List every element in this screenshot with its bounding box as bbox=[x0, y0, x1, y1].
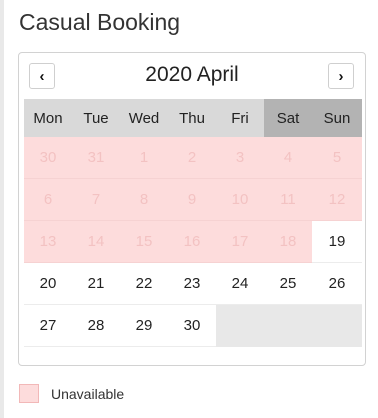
calendar-nav: ‹ 2020 April › bbox=[19, 53, 365, 98]
day-cell[interactable]: 20 bbox=[24, 263, 72, 305]
day-cell: 17 bbox=[216, 221, 264, 263]
day-cell[interactable]: 29 bbox=[120, 305, 168, 347]
legend: Unavailable bbox=[19, 384, 124, 403]
day-cell: 16 bbox=[168, 221, 216, 263]
day-cell[interactable]: 19 bbox=[312, 221, 362, 263]
day-cell: 13 bbox=[24, 221, 72, 263]
weekday-header: Mon bbox=[24, 99, 72, 137]
chevron-right-icon: › bbox=[338, 67, 344, 85]
empty-day-cell bbox=[264, 305, 312, 347]
calendar-card: ‹ 2020 April › Mon Tue Wed Thu Fri Sat Sun 30 31… bbox=[18, 52, 366, 366]
day-cell[interactable]: 30 bbox=[168, 305, 216, 347]
day-cell: 5 bbox=[312, 137, 362, 179]
day-cell[interactable]: 23 bbox=[168, 263, 216, 305]
day-cell: 3 bbox=[216, 137, 264, 179]
day-cell: 6 bbox=[24, 179, 72, 221]
page-title: Casual Booking bbox=[19, 9, 181, 35]
day-cell[interactable]: 25 bbox=[264, 263, 312, 305]
empty-day-cell bbox=[312, 305, 362, 347]
day-cell: 10 bbox=[216, 179, 264, 221]
day-cell[interactable]: 22 bbox=[120, 263, 168, 305]
unavailable-swatch bbox=[19, 384, 39, 403]
day-cell[interactable]: 26 bbox=[312, 263, 362, 305]
day-cell: 11 bbox=[264, 179, 312, 221]
calendar-grid: Mon Tue Wed Thu Fri Sat Sun 30 31 1 2 3 4 5 6 7 8 9 10 11 12… bbox=[24, 99, 362, 365]
day-cell[interactable]: 27 bbox=[24, 305, 72, 347]
day-cell: 15 bbox=[120, 221, 168, 263]
day-cell: 14 bbox=[72, 221, 120, 263]
day-cell: 2 bbox=[168, 137, 216, 179]
day-cell: 30 bbox=[24, 137, 72, 179]
weekday-header: Tue bbox=[72, 99, 120, 137]
day-cell: 31 bbox=[72, 137, 120, 179]
day-cell: 4 bbox=[264, 137, 312, 179]
day-cell: 12 bbox=[312, 179, 362, 221]
day-cell[interactable]: 28 bbox=[72, 305, 120, 347]
day-cell: 7 bbox=[72, 179, 120, 221]
next-month-button[interactable]: › bbox=[328, 63, 354, 89]
day-cell: 18 bbox=[264, 221, 312, 263]
month-title: 2020 April bbox=[145, 63, 239, 86]
day-cell: 8 bbox=[120, 179, 168, 221]
weekday-header: Thu bbox=[168, 99, 216, 137]
frame-left-edge bbox=[0, 0, 4, 418]
weekday-header: Sat bbox=[264, 99, 312, 137]
day-cell: 1 bbox=[120, 137, 168, 179]
day-cell[interactable]: 24 bbox=[216, 263, 264, 305]
day-cell: 9 bbox=[168, 179, 216, 221]
weekday-header: Sun bbox=[312, 99, 362, 137]
weekday-header: Wed bbox=[120, 99, 168, 137]
legend-label: Unavailable bbox=[51, 385, 125, 402]
weekday-header: Fri bbox=[216, 99, 264, 137]
day-cell[interactable]: 21 bbox=[72, 263, 120, 305]
empty-day-cell bbox=[216, 305, 264, 347]
